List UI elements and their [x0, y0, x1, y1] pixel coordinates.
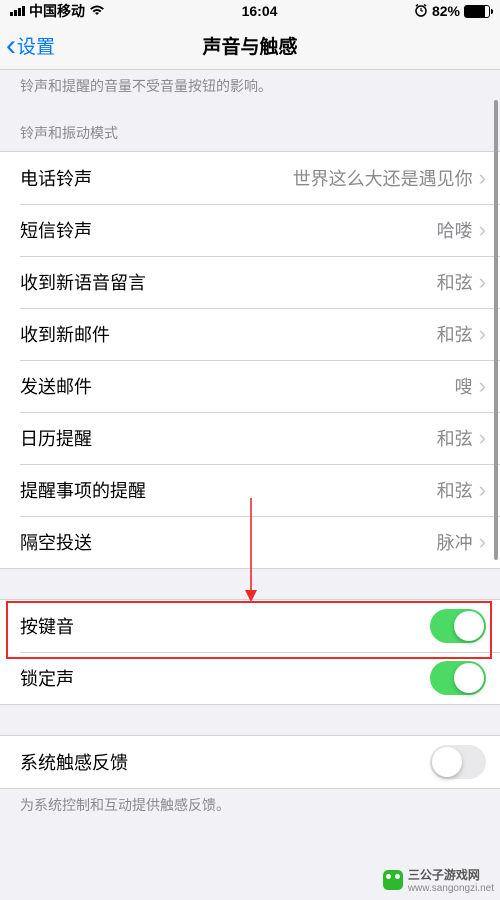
carrier-label: 中国移动: [29, 1, 85, 21]
page-title: 声音与触感: [202, 32, 297, 59]
ringtone-cell[interactable]: 电话铃声 世界这么大还是遇见你›: [0, 152, 500, 204]
ringtone-cell[interactable]: 日历提醒 和弦›: [0, 412, 500, 464]
cell-label: 系统触感反馈: [20, 749, 128, 775]
annotation-arrow: [244, 498, 258, 602]
ringtone-cell[interactable]: 收到新邮件 和弦›: [0, 308, 500, 360]
cell-label: 提醒事项的提醒: [20, 477, 146, 503]
chevron-right-icon: ›: [479, 321, 486, 347]
cell-label: 短信铃声: [20, 217, 92, 243]
alarm-icon: [414, 3, 428, 20]
cell-value: 脉冲: [437, 529, 473, 555]
watermark-url: www.sangongzi.net: [408, 883, 494, 894]
cell-value: 嗖: [455, 373, 473, 399]
watermark-text: 三公子游戏网: [408, 866, 494, 883]
battery-icon: [464, 5, 490, 18]
cell-value: 和弦: [437, 477, 473, 503]
signal-icon: [10, 6, 25, 16]
chevron-right-icon: ›: [479, 217, 486, 243]
switch-group: 按键音锁定声: [0, 599, 500, 705]
status-bar: 中国移动 16:04 82%: [0, 0, 500, 22]
cell-value: 和弦: [437, 269, 473, 295]
ringtone-cell[interactable]: 发送邮件 嗖›: [0, 360, 500, 412]
cell-label: 发送邮件: [20, 373, 92, 399]
volume-footer: 铃声和提醒的音量不受音量按钮的影响。: [0, 70, 500, 105]
cell-value: 和弦: [437, 425, 473, 451]
toggle-switch[interactable]: [430, 661, 486, 695]
switch-cell[interactable]: 锁定声: [0, 652, 500, 704]
back-label: 设置: [17, 32, 55, 59]
back-button[interactable]: ‹ 设置: [6, 31, 55, 61]
toggle-switch[interactable]: [430, 609, 486, 643]
ringtone-cell[interactable]: 短信铃声 哈喽›: [0, 204, 500, 256]
cell-label: 日历提醒: [20, 425, 92, 451]
chevron-right-icon: ›: [479, 529, 486, 555]
haptic-group: 系统触感反馈: [0, 735, 500, 789]
chevron-right-icon: ›: [479, 269, 486, 295]
cell-label: 电话铃声: [20, 165, 92, 191]
chevron-right-icon: ›: [479, 425, 486, 451]
chevron-right-icon: ›: [479, 165, 486, 191]
scrollbar[interactable]: [494, 40, 498, 880]
haptic-footer: 为系统控制和互动提供触感反馈。: [0, 789, 500, 824]
watermark: 三公子游戏网 www.sangongzi.net: [383, 866, 494, 894]
ringtone-cell[interactable]: 收到新语音留言 和弦›: [0, 256, 500, 308]
spacer: [0, 705, 500, 735]
cell-label: 收到新邮件: [20, 321, 110, 347]
cell-label: 收到新语音留言: [20, 269, 146, 295]
haptic-cell[interactable]: 系统触感反馈: [0, 736, 500, 788]
cell-label: 按键音: [20, 613, 74, 639]
chevron-right-icon: ›: [479, 477, 486, 503]
wifi-icon: [89, 3, 105, 20]
cell-value: 和弦: [437, 321, 473, 347]
haptic-switch[interactable]: [430, 745, 486, 779]
nav-bar: ‹ 设置 声音与触感: [0, 22, 500, 70]
content: 铃声和提醒的音量不受音量按钮的影响。 铃声和振动模式 电话铃声 世界这么大还是遇见…: [0, 70, 500, 824]
status-left: 中国移动: [10, 1, 105, 21]
cell-value: 世界这么大还是遇见你: [293, 165, 473, 191]
cell-label: 锁定声: [20, 665, 74, 691]
switch-cell[interactable]: 按键音: [0, 600, 500, 652]
battery-percent: 82%: [432, 3, 460, 19]
cell-value: 哈喽: [437, 217, 473, 243]
status-time: 16:04: [242, 3, 278, 19]
cell-label: 隔空投送: [20, 529, 92, 555]
watermark-icon: [383, 870, 403, 890]
status-right: 82%: [414, 3, 490, 20]
chevron-left-icon: ‹: [6, 31, 16, 61]
ringtone-section-header: 铃声和振动模式: [0, 105, 500, 151]
chevron-right-icon: ›: [479, 373, 486, 399]
